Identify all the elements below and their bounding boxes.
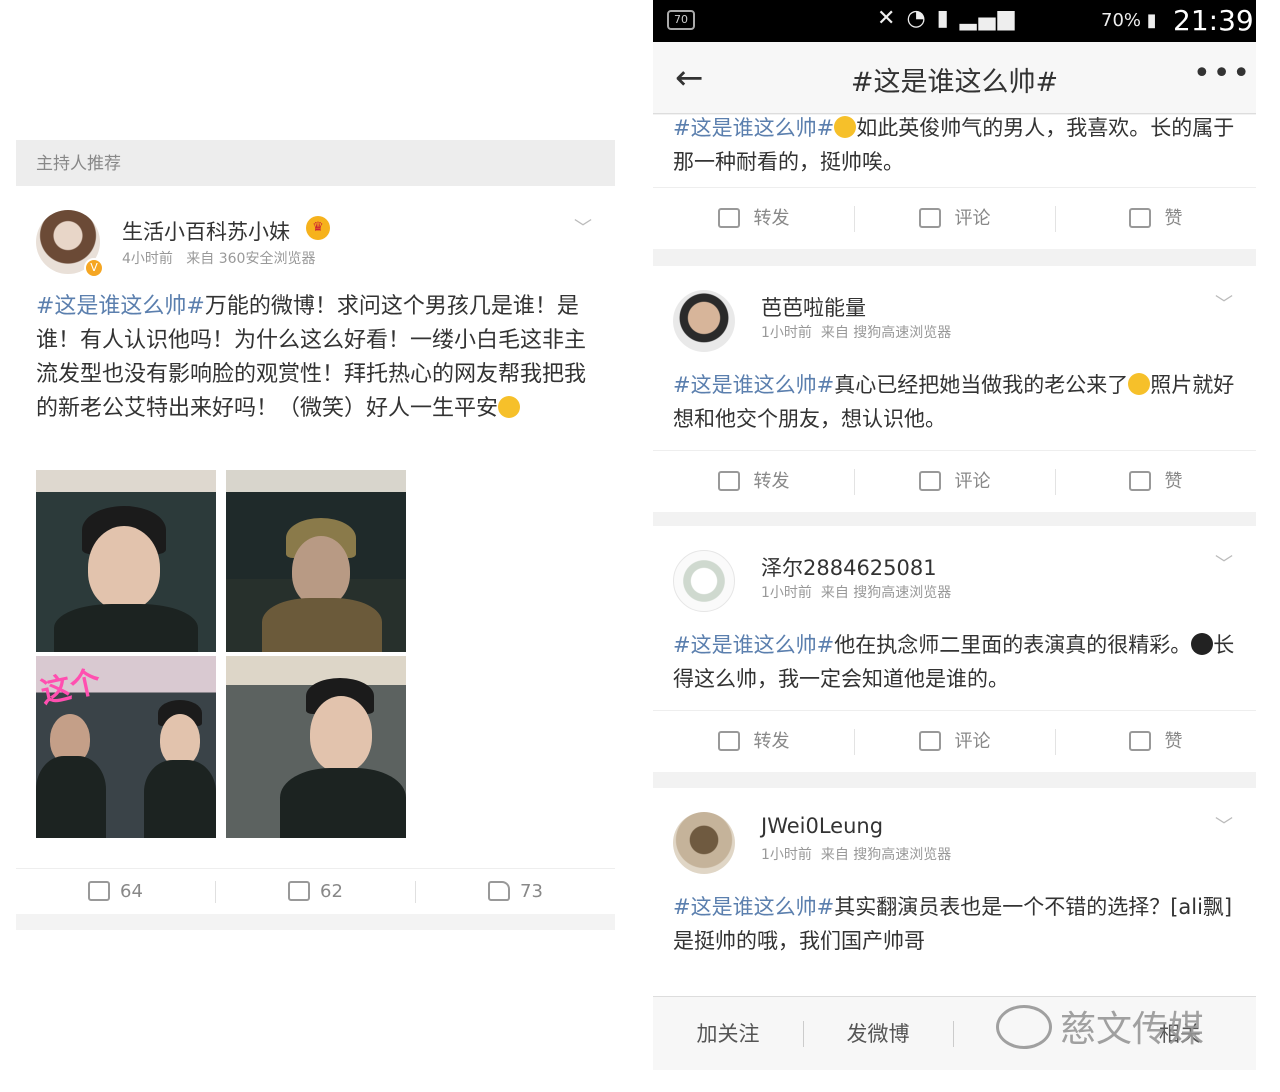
post-body: #这是谁这么帅#万能的微博！求问这个男孩几是谁！是谁！有人认识他吗！为什么这么好…	[36, 290, 592, 426]
comment-button[interactable]: 评论	[854, 188, 1055, 250]
panda-emoji-icon	[1191, 633, 1214, 655]
topic-link[interactable]: #这是谁这么帅#	[673, 895, 834, 919]
post-time: 4小时前	[122, 251, 173, 267]
post-meta: 1小时前 来自 搜狗高速浏览器	[761, 325, 952, 341]
feed-post: 芭芭啦能量 1小时前 来自 搜狗高速浏览器 ﹀ #这是谁这么帅#真心已经把她当做…	[653, 266, 1256, 512]
comment-icon	[918, 731, 941, 751]
status-bar: 70 ✕ ◔ ▮ ▂▄▆ 70% ▮ 21:39	[653, 0, 1256, 42]
sim-icon: ▮	[936, 6, 951, 31]
feed-post: JWei0Leung 1小时前 来自 搜狗高速浏览器 ﹀ #这是谁这么帅#其实翻…	[653, 788, 1256, 996]
comment-icon	[918, 471, 941, 491]
grin-emoji-icon	[834, 116, 857, 138]
username[interactable]: 芭芭啦能量	[761, 292, 866, 322]
photo-thumbnail[interactable]	[36, 470, 216, 652]
wifi-icon: ◔	[906, 6, 928, 31]
topic-link[interactable]: #这是谁这么帅#	[673, 116, 834, 140]
status-time: 21:39	[1173, 4, 1254, 37]
like-button[interactable]: 赞	[1055, 711, 1256, 773]
avatar[interactable]	[673, 812, 735, 874]
like-button[interactable]: 73	[416, 869, 615, 915]
photo-thumbnail[interactable]	[226, 656, 406, 838]
photo-thumbnail[interactable]	[226, 470, 406, 652]
smile-emoji-icon	[1128, 373, 1151, 395]
topic-link[interactable]: #这是谁这么帅#	[673, 633, 834, 657]
repost-count: 64	[120, 881, 143, 902]
post-body: #这是谁这么帅#其实翻演员表也是一个不错的选择？[ali飘]是挺帅的哦，我们国产…	[673, 890, 1243, 958]
post-meta: 1小时前 来自 搜狗高速浏览器	[761, 585, 952, 601]
comment-count: 62	[320, 881, 343, 902]
weibo-post-card: V 生活小百科苏小妹 ♛ 4小时前 来自 360安全浏览器 ﹀ #这是谁这么帅#…	[16, 186, 615, 868]
username[interactable]: 泽尔2884625081	[761, 552, 937, 582]
post-body: #这是谁这么帅# 如此英俊帅气的男人，我喜欢。长的属于那一种耐看的，挺帅唉。	[673, 111, 1243, 179]
post-action-bar: 64 62 73	[16, 868, 615, 914]
like-button[interactable]: 赞	[1055, 451, 1256, 513]
avatar[interactable]	[673, 290, 735, 352]
repost-icon	[717, 208, 740, 228]
repost-icon	[88, 881, 111, 901]
photo-thumbnail[interactable]: 这个	[36, 656, 216, 838]
signal-icons: ✕ ◔ ▮ ▂▄▆	[877, 6, 1017, 31]
comment-icon	[288, 881, 311, 901]
post-text: 他在执念师二里面的表演真的很精彩。	[834, 633, 1192, 657]
right-phone-screenshot: 70 ✕ ◔ ▮ ▂▄▆ 70% ▮ 21:39 ← #这是谁这么帅# ••• …	[653, 0, 1256, 1070]
compose-post-button[interactable]: 发微博	[803, 997, 953, 1070]
repost-button[interactable]: 转发	[653, 711, 854, 773]
post-action-bar: 转发 评论 赞	[653, 710, 1256, 772]
battery-indicator: 70% ▮	[1101, 10, 1157, 31]
like-button[interactable]: 赞	[1055, 188, 1256, 250]
repost-button[interactable]: 64	[16, 869, 215, 915]
member-crown-icon: ♛	[306, 216, 330, 240]
more-options-icon[interactable]: •••	[1193, 56, 1252, 91]
feed-post: 泽尔2884625081 1小时前 来自 搜狗高速浏览器 ﹀ #这是谁这么帅#他…	[653, 526, 1256, 772]
comment-button[interactable]: 评论	[854, 451, 1055, 513]
mute-icon: ✕	[877, 6, 898, 31]
username[interactable]: 生活小百科苏小妹	[122, 216, 290, 246]
chevron-down-icon[interactable]: ﹀	[574, 214, 592, 240]
comment-button[interactable]: 评论	[854, 711, 1055, 773]
chevron-down-icon[interactable]: ﹀	[1215, 550, 1233, 576]
cat-emoji-icon	[498, 396, 521, 418]
thumbs-up-icon	[488, 881, 511, 901]
repost-icon	[717, 471, 740, 491]
chevron-down-icon[interactable]: ﹀	[1215, 290, 1233, 316]
post-body: #这是谁这么帅#真心已经把她当做我的老公来了 照片就好想和他交个朋友，想认识他。	[673, 368, 1243, 436]
post-source: 来自 360安全浏览器	[186, 251, 316, 267]
repost-button[interactable]: 转发	[653, 188, 854, 250]
notification-box-icon: 70	[667, 10, 695, 30]
verified-badge-icon: V	[84, 258, 104, 278]
comment-icon	[918, 208, 941, 228]
cell-signal-icon: ▂▄▆	[959, 6, 1017, 31]
battery-icon: ▮	[1146, 10, 1157, 31]
comment-button[interactable]: 62	[216, 869, 415, 915]
repost-button[interactable]: 转发	[653, 451, 854, 513]
page-title: #这是谁这么帅#	[850, 67, 1059, 98]
topic-link[interactable]: #这是谁这么帅#	[673, 373, 834, 397]
post-meta: 1小时前 来自 搜狗高速浏览器	[761, 847, 952, 863]
photo-grid: 这个	[36, 470, 408, 842]
feed-post: #这是谁这么帅# 如此英俊帅气的男人，我喜欢。长的属于那一种耐看的，挺帅唉。 转发…	[653, 115, 1256, 249]
chevron-down-icon[interactable]: ﹀	[1215, 812, 1233, 838]
post-body: #这是谁这么帅#他在执念师二里面的表演真的很精彩。 长得这么帅，我一定会知道他是谁…	[673, 628, 1243, 696]
left-screenshot-panel: 主持人推荐 V 生活小百科苏小妹 ♛ 4小时前 来自 360安全浏览器 ﹀ #这…	[16, 140, 615, 930]
post-action-bar: 转发 评论 赞	[653, 187, 1256, 249]
nav-bar: ← #这是谁这么帅# •••	[653, 42, 1256, 114]
thumbs-up-icon	[1128, 731, 1151, 751]
wechat-logo-icon	[996, 1005, 1052, 1049]
topic-link[interactable]: #这是谁这么帅#	[36, 294, 205, 319]
username[interactable]: JWei0Leung	[761, 814, 883, 838]
post-action-bar: 转发 评论 赞	[653, 450, 1256, 512]
post-text: 真心已经把她当做我的老公来了	[834, 373, 1129, 397]
section-label: 主持人推荐	[16, 140, 615, 186]
thumbs-up-icon	[1128, 471, 1151, 491]
like-count: 73	[520, 881, 543, 902]
follow-button[interactable]: 加关注	[653, 997, 803, 1070]
thumbs-up-icon	[1128, 208, 1151, 228]
post-meta: 4小时前 来自 360安全浏览器	[122, 248, 315, 268]
watermark: 慈文传媒	[996, 1000, 1204, 1060]
avatar[interactable]	[673, 550, 735, 612]
repost-icon	[717, 731, 740, 751]
